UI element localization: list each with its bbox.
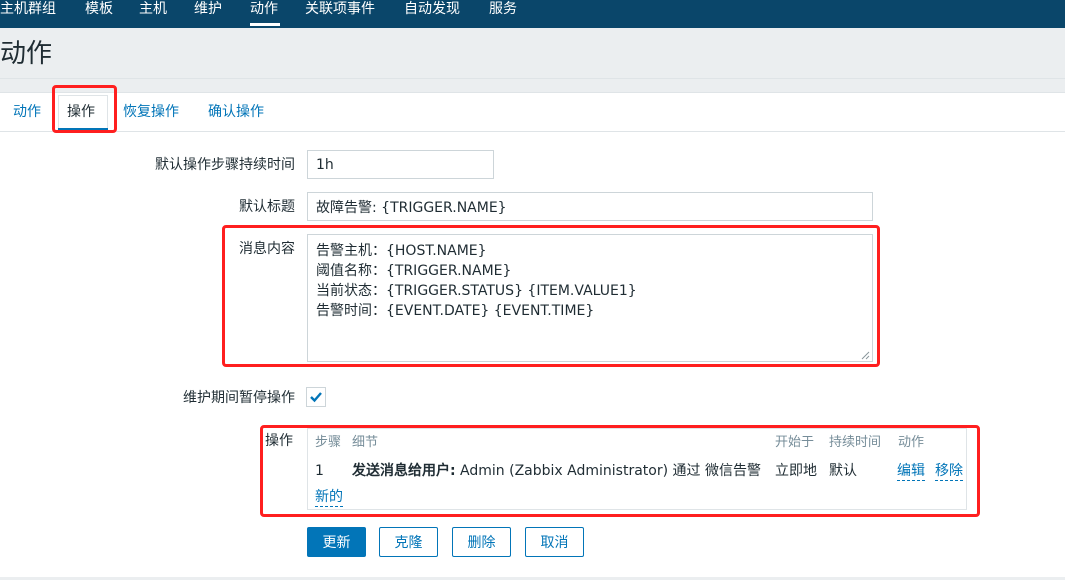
row-detail: 发送消息给用户: Admin (Zabbix Administrator) 通过…: [352, 462, 761, 480]
default-step-duration-input[interactable]: [307, 150, 494, 179]
top-navigation: 主机群组 模板 主机 维护 动作 关联项事件 自动发现 服务: [0, 0, 1065, 28]
tab-ack-operations[interactable]: 确认操作: [208, 103, 264, 121]
nav-event-correlation[interactable]: 关联项事件: [305, 0, 375, 28]
tabs-divider: [0, 131, 1065, 132]
new-operation-link[interactable]: 新的: [315, 488, 343, 507]
cancel-button[interactable]: 取消: [525, 527, 584, 557]
nav-discovery[interactable]: 自动发现: [404, 0, 460, 28]
row-start-in: 立即地: [775, 463, 817, 479]
page-title: 动作: [0, 39, 53, 69]
operations-label: 操作: [265, 433, 293, 449]
col-details: 细节: [352, 435, 379, 450]
default-step-duration-label: 默认操作步骤持续时间: [155, 157, 295, 173]
pause-operations-checkbox[interactable]: [306, 387, 326, 407]
edit-operation-link[interactable]: 编辑: [897, 462, 925, 481]
tab-operations[interactable]: 操作: [67, 103, 95, 121]
col-start-in: 开始于: [775, 435, 815, 450]
nav-active-indicator: [250, 23, 280, 26]
nav-host-groups[interactable]: 主机群组: [0, 0, 56, 28]
resize-grip-icon[interactable]: [860, 350, 870, 360]
clone-button[interactable]: 克隆: [379, 527, 438, 557]
delete-button[interactable]: 删除: [452, 527, 511, 557]
tab-action[interactable]: 动作: [13, 103, 41, 121]
default-subject-input[interactable]: [307, 192, 873, 221]
update-button[interactable]: 更新: [307, 527, 366, 557]
checkmark-icon: [310, 392, 322, 403]
pause-operations-label: 维护期间暂停操作: [183, 390, 295, 406]
default-subject-label: 默认标题: [239, 199, 295, 215]
remove-operation-link[interactable]: 移除: [935, 462, 963, 481]
row-detail-bold: 发送消息给用户:: [352, 463, 456, 479]
nav-maintenance[interactable]: 维护: [194, 0, 222, 28]
nav-services[interactable]: 服务: [489, 0, 517, 28]
active-tab-underline: [58, 128, 108, 131]
nav-hosts[interactable]: 主机: [139, 0, 167, 28]
title-divider: [0, 78, 1065, 79]
col-action: 动作: [898, 435, 925, 450]
message-label: 消息内容: [239, 241, 295, 257]
row-duration: 默认: [829, 463, 857, 479]
row-detail-rest: Admin (Zabbix Administrator) 通过 微信告警: [455, 463, 761, 479]
col-steps: 步骤: [315, 435, 342, 450]
row-step: 1: [315, 463, 324, 479]
col-duration: 持续时间: [829, 435, 882, 450]
message-textarea[interactable]: 告警主机：{HOST.NAME} 阈值名称：{TRIGGER.NAME} 当前状…: [307, 234, 873, 362]
tab-recovery-operations[interactable]: 恢复操作: [123, 103, 179, 121]
nav-templates[interactable]: 模板: [85, 0, 113, 28]
